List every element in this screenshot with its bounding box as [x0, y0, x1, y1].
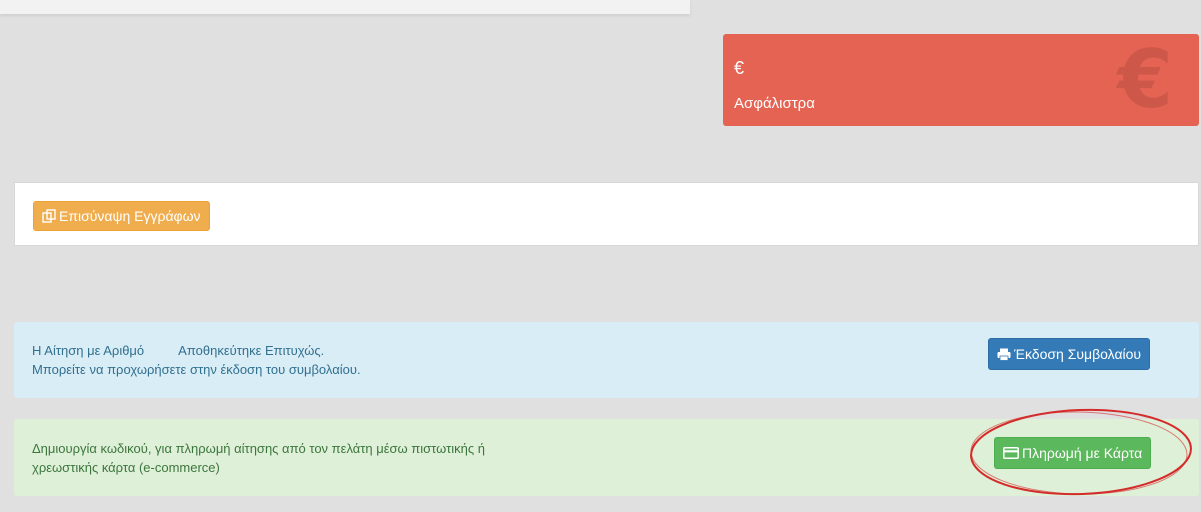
credit-card-icon	[1003, 447, 1019, 459]
issue-hint-text: Μπορείτε να προχωρήσετε στην έκδοση του …	[32, 362, 361, 377]
issue-contract-label: Έκδοση Συμβολαίου	[1014, 346, 1142, 362]
issue-contract-button[interactable]: Έκδοση Συμβολαίου	[988, 338, 1151, 370]
printer-icon	[997, 348, 1011, 361]
premium-label: Ασφάλιστρα	[734, 95, 815, 112]
application-number-label: Η Αίτηση με Αριθμό	[32, 343, 145, 358]
premium-value: €	[734, 58, 745, 78]
payment-description-line1: Δημιουργία κωδικού, για πληρωμή αίτησης …	[32, 441, 485, 456]
attach-documents-label: Επισύναψη Εγγράφων	[59, 208, 201, 224]
copy-icon	[42, 209, 56, 223]
attach-documents-button[interactable]: Επισύναψη Εγγράφων	[33, 201, 210, 231]
saved-status-text: Αποθηκεύτηκε Επιτυχώς.	[178, 343, 325, 358]
pay-with-card-label: Πληρωμή με Κάρτα	[1022, 445, 1143, 461]
premium-summary-box: € € Ασφάλιστρα	[723, 34, 1199, 126]
payment-description: Δημιουργία κωδικού, για πληρωμή αίτησης …	[32, 439, 632, 477]
documents-panel: Επισύναψη Εγγράφων	[14, 182, 1199, 246]
euro-background-icon: €	[1117, 34, 1173, 126]
save-success-message: Η Αίτηση με Αριθμό Αποθηκεύτηκε Επιτυχώς.…	[32, 341, 361, 379]
top-bar	[0, 0, 690, 14]
payment-description-line2: χρεωστικής κάρτα (e-commerce)	[32, 460, 220, 475]
pay-with-card-button[interactable]: Πληρωμή με Κάρτα	[994, 437, 1152, 469]
